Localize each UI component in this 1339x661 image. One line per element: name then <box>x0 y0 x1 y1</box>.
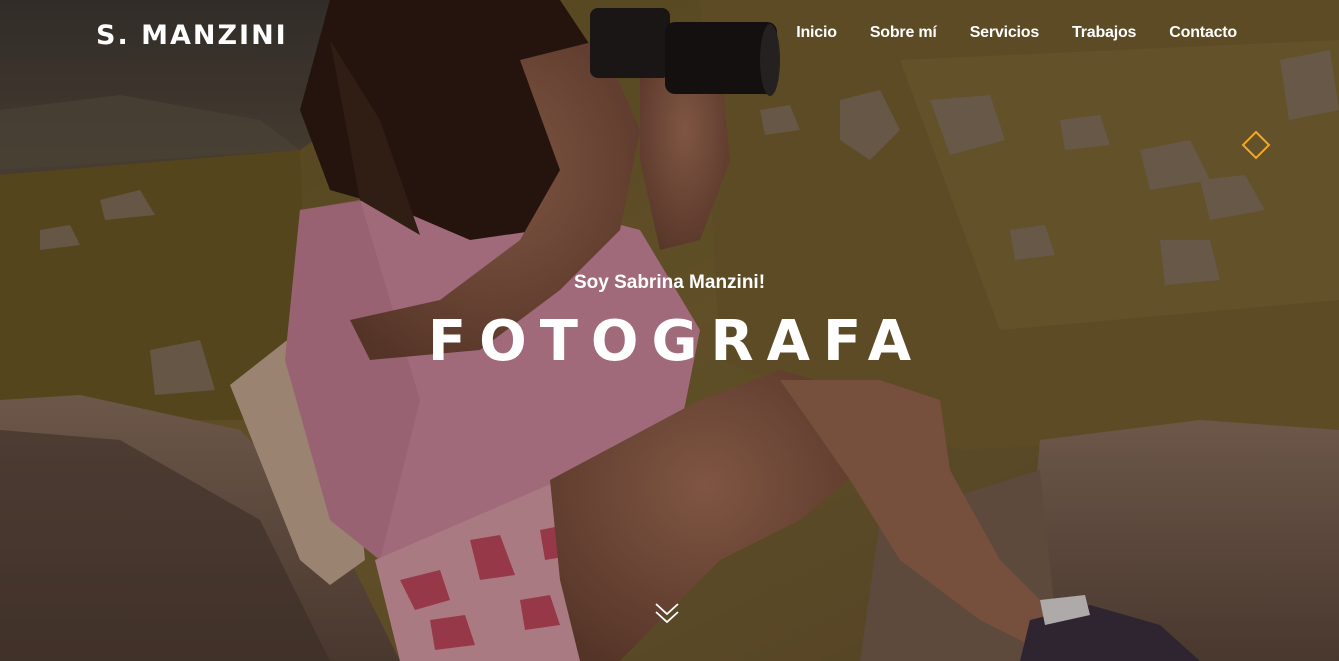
hero-section: S. MANZINI Inicio Sobre mí Servicios Tra… <box>0 0 1339 661</box>
nav-link-contacto[interactable]: Contacto <box>1169 24 1237 41</box>
site-logo[interactable]: S. MANZINI <box>96 20 288 51</box>
menu-item-trabajos: Trabajos <box>1072 24 1136 42</box>
menu-item-servicios: Servicios <box>970 24 1040 42</box>
double-chevron-down-icon[interactable] <box>653 600 681 628</box>
top-navbar: S. MANZINI Inicio Sobre mí Servicios Tra… <box>0 0 1339 70</box>
nav-link-servicios[interactable]: Servicios <box>970 24 1040 41</box>
nav-link-sobre-mi[interactable]: Sobre mí <box>870 24 937 41</box>
menu-item-sobre-mi: Sobre mí <box>870 24 937 42</box>
diamond-outline-icon <box>1241 130 1271 160</box>
hero-subtitle: Soy Sabrina Manzini! <box>573 272 766 293</box>
nav-link-trabajos[interactable]: Trabajos <box>1072 24 1136 41</box>
nav-link-inicio[interactable]: Inicio <box>796 24 837 41</box>
main-menu: Inicio Sobre mí Servicios Trabajos Conta… <box>796 24 1237 42</box>
hero-title: FOTOGRAFA <box>427 309 925 374</box>
menu-item-inicio: Inicio <box>796 24 837 42</box>
menu-item-contacto: Contacto <box>1169 24 1237 42</box>
